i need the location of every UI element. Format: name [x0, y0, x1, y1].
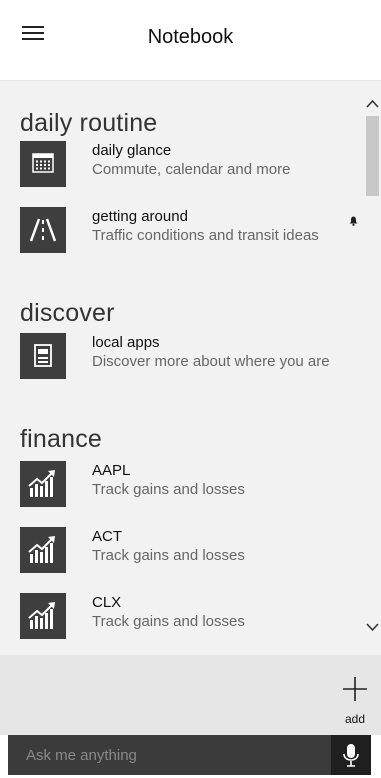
- stock-chart-icon: [20, 461, 66, 507]
- apps-icon: [20, 333, 66, 379]
- list-item-local-apps[interactable]: local apps Discover more about where you…: [20, 333, 364, 379]
- scrollbar[interactable]: [364, 81, 381, 655]
- item-subtitle: Track gains and losses: [92, 613, 245, 630]
- microphone-icon[interactable]: [331, 735, 371, 775]
- road-icon: [20, 207, 66, 253]
- item-title: daily glance: [92, 142, 172, 159]
- item-subtitle: Track gains and losses: [92, 481, 245, 498]
- plus-icon: [343, 677, 367, 701]
- add-label: add: [344, 712, 366, 726]
- item-title: local apps: [92, 334, 160, 351]
- item-title: AAPL: [92, 462, 131, 479]
- add-button[interactable]: add: [332, 669, 378, 729]
- list-item-getting-around[interactable]: getting around Traffic conditions and tr…: [20, 207, 364, 253]
- item-subtitle: Track gains and losses: [92, 547, 245, 564]
- item-subtitle: Discover more about where you are: [92, 353, 330, 370]
- bell-icon: [349, 213, 358, 231]
- search-bar: [8, 735, 371, 775]
- stock-chart-icon: [20, 593, 66, 639]
- notebook-list: daily routine daily glance Commute, cale…: [0, 81, 364, 655]
- calendar-icon: [20, 141, 66, 187]
- item-title: getting around: [92, 208, 188, 225]
- page-title: Notebook: [147, 26, 234, 48]
- list-item-clx[interactable]: CLX Track gains and losses: [20, 593, 364, 639]
- chevron-down-icon[interactable]: [366, 619, 379, 637]
- chevron-up-icon[interactable]: [366, 95, 379, 113]
- app-bar: add: [0, 655, 381, 735]
- stock-chart-icon: [20, 527, 66, 573]
- item-subtitle: Traffic conditions and transit ideas: [92, 227, 319, 244]
- item-title: CLX: [92, 594, 122, 611]
- notebook-app: Notebook daily routine daily glance Comm…: [0, 0, 381, 778]
- header: Notebook: [0, 0, 381, 81]
- scrollbar-thumb[interactable]: [366, 116, 379, 196]
- item-title: ACT: [92, 528, 122, 545]
- section-title-daily-routine: daily routine: [20, 109, 158, 137]
- item-subtitle: Commute, calendar and more: [92, 161, 291, 178]
- search-input[interactable]: [8, 735, 330, 775]
- list-item-daily-glance[interactable]: daily glance Commute, calendar and more: [20, 141, 364, 187]
- section-title-finance: finance: [20, 425, 103, 453]
- list-item-aapl[interactable]: AAPL Track gains and losses: [20, 461, 364, 507]
- list-item-act[interactable]: ACT Track gains and losses: [20, 527, 364, 573]
- section-title-discover: discover: [20, 299, 115, 327]
